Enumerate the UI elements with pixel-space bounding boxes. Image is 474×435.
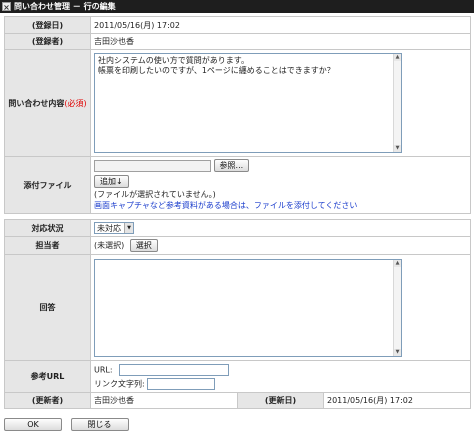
assignee-cell: (未選択) 選択	[89, 236, 472, 255]
ok-button[interactable]: OK	[4, 418, 62, 431]
registered-date-label: (登録日)	[4, 16, 91, 34]
answer-textarea[interactable]: ▲ ▼	[94, 258, 402, 357]
assignee-label: 担当者	[4, 236, 91, 255]
link-text-label: リンク文字列:	[94, 379, 145, 388]
edit-form-lower: 対応状況 未対応 ▼ 担当者 (未選択) 選択 回答 ▲ ▼ 参考URL URL…	[4, 219, 472, 409]
status-select[interactable]: 未対応 ▼	[94, 222, 134, 234]
footer-buttons: OK 閉じる	[4, 418, 135, 431]
reference-url-label: 参考URL	[4, 360, 91, 393]
assignee-value: (未選択)	[94, 241, 125, 250]
updated-date-value: 2011/05/16(月) 17:02	[322, 392, 472, 409]
required-marker: (必須)	[64, 98, 87, 108]
scroll-up-icon[interactable]: ▲	[394, 259, 401, 267]
answer-label: 回答	[4, 254, 91, 361]
answer-cell: ▲ ▼	[89, 254, 472, 361]
file-path-field[interactable]	[94, 159, 211, 172]
no-file-text: (ファイルが選択されていません。)	[94, 190, 216, 199]
registered-by-value: 吉田沙也香	[90, 33, 471, 50]
inquiry-label: 問い合わせ内容	[8, 98, 65, 108]
scroll-down-icon[interactable]: ▼	[394, 348, 401, 356]
url-label: URL:	[94, 365, 113, 374]
status-label: 対応状況	[4, 219, 91, 237]
answer-row: 回答 ▲ ▼	[4, 254, 472, 361]
registered-date-row: (登録日) 2011/05/16(月) 17:02	[4, 16, 471, 34]
registered-date-value: 2011/05/16(月) 17:02	[90, 16, 471, 34]
registered-by-row: (登録者) 吉田沙也香	[4, 33, 471, 50]
url-input[interactable]	[119, 363, 230, 376]
assignee-select-button[interactable]: 選択	[129, 239, 158, 252]
inquiry-textarea[interactable]: 社内システムの使い方で質問があります。 帳票を印刷したいのですが、1ページに纏め…	[94, 53, 402, 153]
updated-row: (更新者) 吉田沙也香 (更新日) 2011/05/16(月) 17:02	[4, 392, 472, 409]
close-icon[interactable]: ×	[2, 2, 11, 12]
reference-url-row: 参考URL URL: リンク文字列:	[4, 360, 472, 393]
updated-by-label: (更新者)	[4, 392, 91, 409]
attachment-cell: 参照... 追加↓ (ファイルが選択されていません。) 画面キャプチャなど参考資…	[90, 156, 471, 214]
status-cell: 未対応 ▼	[89, 219, 472, 237]
attachment-row: 添付ファイル 参照... 追加↓ (ファイルが選択されていません。) 画面キャプ…	[4, 156, 471, 214]
assignee-row: 担当者 (未選択) 選択	[4, 236, 472, 255]
attachment-label: 添付ファイル	[4, 156, 91, 214]
answer-scrollbar[interactable]: ▲ ▼	[393, 259, 401, 356]
status-row: 対応状況 未対応 ▼	[4, 219, 472, 237]
add-file-button[interactable]: 追加↓	[94, 175, 129, 188]
close-button[interactable]: 閉じる	[70, 418, 129, 431]
status-selected-value: 未対応	[97, 223, 121, 233]
link-text-input[interactable]	[147, 377, 216, 390]
chevron-down-icon[interactable]: ▼	[124, 223, 133, 233]
updated-date-label: (更新日)	[237, 392, 324, 409]
updated-by-value: 吉田沙也香	[90, 392, 238, 409]
inquiry-text-line1: 社内システムの使い方で質問があります。	[98, 56, 249, 65]
scroll-down-icon[interactable]: ▼	[394, 145, 401, 152]
inquiry-cell: 社内システムの使い方で質問があります。 帳票を印刷したいのですが、1ページに纏め…	[90, 49, 471, 157]
window-title: 問い合わせ管理 － 行の編集	[14, 2, 116, 11]
inquiry-scrollbar[interactable]: ▲ ▼	[393, 54, 401, 152]
inquiry-row: 問い合わせ内容(必須) 社内システムの使い方で質問があります。 帳票を印刷したい…	[4, 49, 471, 157]
browse-button[interactable]: 参照...	[213, 159, 250, 172]
window-titlebar: × 問い合わせ管理 － 行の編集	[0, 0, 474, 13]
scroll-up-icon[interactable]: ▲	[394, 54, 401, 61]
registered-by-label: (登録者)	[4, 33, 91, 50]
edit-form-upper: (登録日) 2011/05/16(月) 17:02 (登録者) 吉田沙也香 問い…	[4, 16, 471, 214]
attachment-hint-link[interactable]: 画面キャプチャなど参考資料がある場合は、ファイルを添付してください	[94, 200, 467, 211]
inquiry-text-line2: 帳票を印刷したいのですが、1ページに纏めることはできますか？	[98, 66, 335, 75]
inquiry-label-cell: 問い合わせ内容(必須)	[4, 49, 91, 157]
reference-url-cell: URL: リンク文字列:	[89, 360, 472, 393]
